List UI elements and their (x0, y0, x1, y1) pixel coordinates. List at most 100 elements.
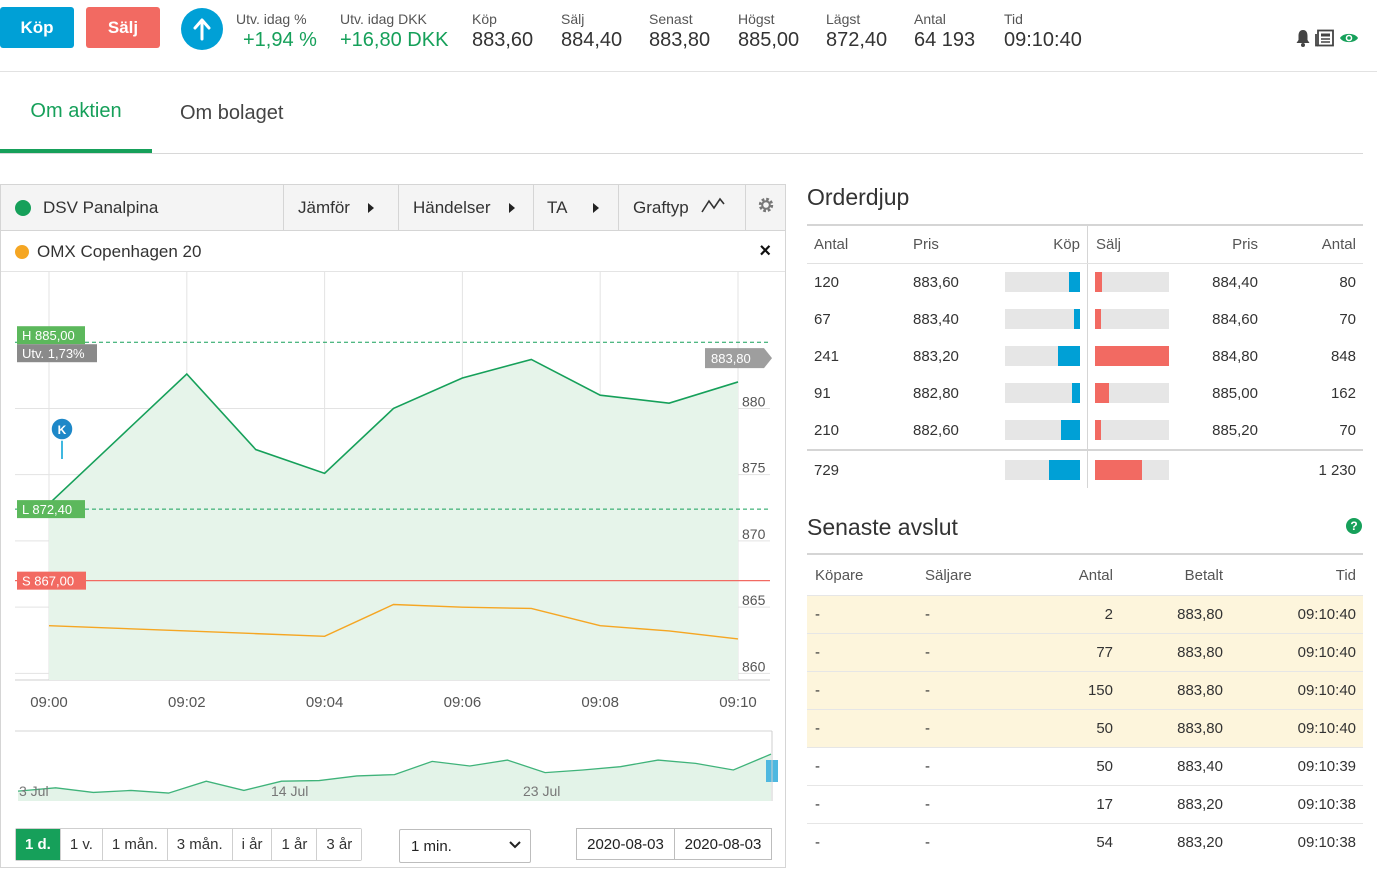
help-icon[interactable]: ? (1346, 518, 1362, 534)
chart-type-label: Graftyp (633, 197, 689, 217)
sell-depth-fill (1095, 272, 1102, 292)
price-chart[interactable]: 860 865 870 875 880 09:00 09:02 09:04 09:06 09:08… (1, 272, 785, 722)
date-from-input[interactable]: 2020-08-03 (576, 828, 675, 860)
series-dot-icon (15, 244, 29, 259)
interval-select[interactable]: 1 min. (399, 829, 531, 863)
trade-qty: 50 (1096, 720, 1113, 737)
trade-seller: - (925, 644, 930, 661)
series-dot-icon (15, 199, 31, 216)
news-icon[interactable] (1315, 29, 1335, 52)
trade-price: 883,80 (1177, 644, 1223, 661)
stat-label: Köp (472, 11, 497, 27)
buy-button[interactable]: Köp (0, 7, 74, 48)
buy-depth-fill (1049, 460, 1080, 480)
events-menu[interactable]: Händelser (399, 185, 534, 230)
x-tick-label: 09:00 (30, 694, 68, 711)
sell-qty: 80 (1339, 274, 1356, 291)
instrument-selector[interactable]: DSV Panalpina (1, 185, 284, 230)
buy-qty: 120 (814, 274, 840, 291)
buy-depth-bar (1005, 420, 1080, 440)
trade-buyer: - (815, 606, 820, 623)
buy-depth-bar (1005, 309, 1080, 329)
range-button[interactable]: 3 mån. (167, 829, 233, 860)
compare-legend: OMX Copenhagen 20 × (1, 232, 785, 272)
stat-volume: Antal 64 193 (914, 10, 975, 52)
sell-price: 885,20 (1212, 422, 1258, 439)
trade-row: - - 17 883,20 09:10:38 (807, 785, 1363, 823)
trade-row: - - 54 883,20 09:10:38 (807, 823, 1363, 861)
x-tick-label: 09:04 (306, 694, 344, 711)
trade-seller: - (925, 796, 930, 813)
last-price-tag: 883,80 (711, 351, 751, 366)
buy-depth-bar (1005, 346, 1080, 366)
navigator-date-label: 14 Jul (271, 783, 308, 799)
orderbook-row: 210 882,60 885,20 70 (807, 412, 1363, 449)
trade-time: 09:10:39 (1297, 758, 1356, 775)
range-button[interactable]: 3 år (317, 829, 362, 860)
range-button[interactable]: 1 v. (60, 829, 103, 860)
range-button[interactable]: 1 mån. (102, 829, 168, 860)
buy-depth-fill (1072, 383, 1080, 403)
range-button[interactable]: 1 d. (16, 829, 61, 860)
chart-navigator[interactable]: 3 Jul 14 Jul 23 Jul (1, 725, 785, 805)
bell-icon[interactable] (1295, 29, 1311, 52)
buy-price: 883,60 (913, 274, 959, 291)
page-tabs: Om aktien Om bolaget (0, 73, 1363, 154)
sell-depth-bar (1095, 346, 1169, 366)
buy-price: 883,40 (913, 311, 959, 328)
sell-depth-bar (1095, 383, 1169, 403)
eye-icon[interactable] (1339, 31, 1359, 50)
sell-depth-bar (1095, 272, 1169, 292)
sell-qty: 70 (1339, 422, 1356, 439)
stat-label: Senast (649, 11, 693, 27)
trade-time: 09:10:38 (1297, 796, 1356, 813)
orderbook-row: 91 882,80 885,00 162 (807, 375, 1363, 412)
sell-depth-fill (1095, 346, 1169, 366)
chart-panel: DSV Panalpina Jämför Händelser TA Grafty… (0, 184, 786, 868)
buy-depth-bar (1005, 272, 1080, 292)
date-to-input[interactable]: 2020-08-03 (674, 828, 772, 860)
compare-menu[interactable]: Jämför (284, 185, 399, 230)
tab-om-bolaget[interactable]: Om bolaget (180, 73, 283, 153)
trade-price: 883,40 (1177, 758, 1223, 775)
tab-om-aktien[interactable]: Om aktien (0, 73, 152, 153)
compare-series-name: OMX Copenhagen 20 (37, 241, 202, 261)
col-buyer: Köpare (815, 566, 864, 584)
high-label: H 885,00 (22, 328, 75, 343)
sell-qty: 162 (1330, 385, 1356, 402)
trade-price: 883,80 (1177, 720, 1223, 737)
stat-label: Lägst (826, 11, 861, 27)
trade-qty: 77 (1096, 644, 1113, 661)
col-buy-qty: Antal (814, 236, 849, 253)
sell-price: 884,40 (1212, 274, 1258, 291)
buy-price: 883,20 (913, 348, 959, 365)
buy-qty: 91 (814, 385, 831, 402)
buy-depth-fill (1058, 346, 1080, 366)
caret-right-icon (508, 202, 515, 213)
col-sell-qty: Antal (1321, 236, 1356, 253)
sell-button[interactable]: Sälj (86, 7, 160, 48)
ta-menu[interactable]: TA (534, 185, 619, 230)
stat-value: 872,40 (826, 29, 888, 51)
sell-depth-bar (1095, 460, 1169, 480)
chart-type-menu[interactable]: Graftyp (619, 185, 746, 230)
sell-price: 884,80 (1212, 348, 1258, 365)
range-button[interactable]: i år (232, 829, 273, 860)
stat-high: Högst 885,00 (738, 10, 799, 52)
range-button[interactable]: 1 år (272, 829, 318, 860)
stat-label: Högst (738, 11, 775, 27)
stat-value: 884,40 (561, 29, 623, 51)
col-sell-price: Pris (1232, 236, 1258, 253)
buy-depth-bar (1005, 460, 1080, 480)
buy-depth-bar (1005, 383, 1080, 403)
line-chart-icon (701, 197, 725, 218)
y-tick-label: 865 (742, 592, 766, 608)
trade-seller: - (925, 682, 930, 699)
settings-button[interactable] (746, 185, 785, 230)
stat-value: 09:10:40 (1004, 29, 1082, 51)
trade-qty: 2 (1104, 606, 1113, 623)
trade-time: 09:10:40 (1297, 606, 1356, 623)
close-icon[interactable]: × (759, 240, 771, 263)
quote-header: Köp Sälj Utv. idag % +1,94 % Utv. idag D… (0, 0, 1377, 72)
arrow-up-icon (181, 8, 223, 50)
